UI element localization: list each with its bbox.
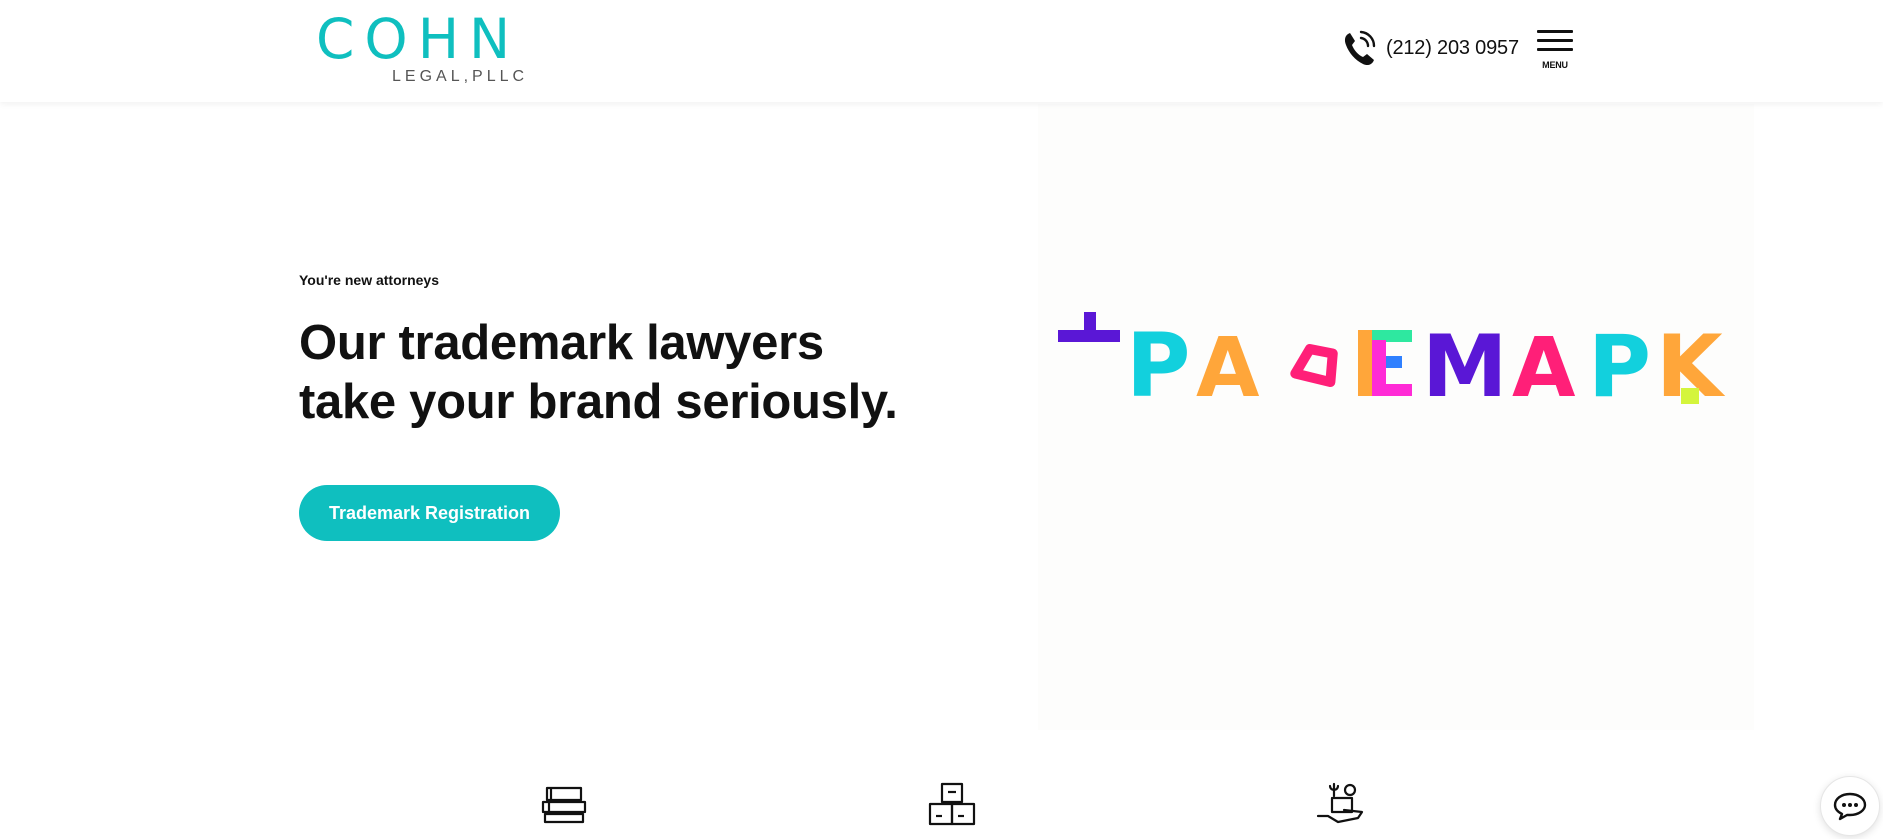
phone-icon[interactable] [1340,28,1378,68]
letter-a-1: A [1196,321,1260,416]
logo-wordmark: COHN [316,7,521,71]
letter-p-1: P [1126,314,1191,417]
boxes-icon [928,782,976,826]
trademark-registration-button[interactable]: Trademark Registration [299,485,560,541]
menu-bar-icon [1537,39,1573,42]
letter-m: M [1422,317,1508,417]
trademark-letters-art: P A M A P K [1058,312,1726,417]
chat-button[interactable] [1820,776,1880,836]
trademark-illustration: P A M A P K [1038,104,1754,730]
menu-label: MENU [1542,60,1568,70]
menu-bar-icon [1537,48,1573,51]
headline-line-2: take your brand seriously. [299,375,898,429]
hero-eyebrow: You're new attorneys [299,272,439,288]
chat-bubble-icon [1833,792,1867,821]
headline-line-1: Our trademark lawyers [299,316,824,370]
letter-a-2: A [1512,321,1576,416]
hero-headline: Our trademark lawyers take your brand se… [299,314,939,432]
logo-subtitle: LEGAL,PLLC [392,68,529,85]
hand-tools-icon [1316,782,1364,824]
cohn-legal-logo[interactable]: COHN LEGAL,PLLC [316,12,536,88]
letter-p-2: P [1588,317,1651,417]
letter-o-diamond [1290,344,1338,388]
books-icon [541,786,587,824]
menu-button[interactable]: MENU [1536,28,1574,72]
site-header: COHN LEGAL,PLLC (212) 203 0957 MENU [0,0,1883,102]
menu-bar-icon [1537,30,1573,33]
phone-number-link[interactable]: (212) 203 0957 [1386,37,1519,60]
hero-text: You're new attorneys Our trademark lawye… [299,272,939,432]
